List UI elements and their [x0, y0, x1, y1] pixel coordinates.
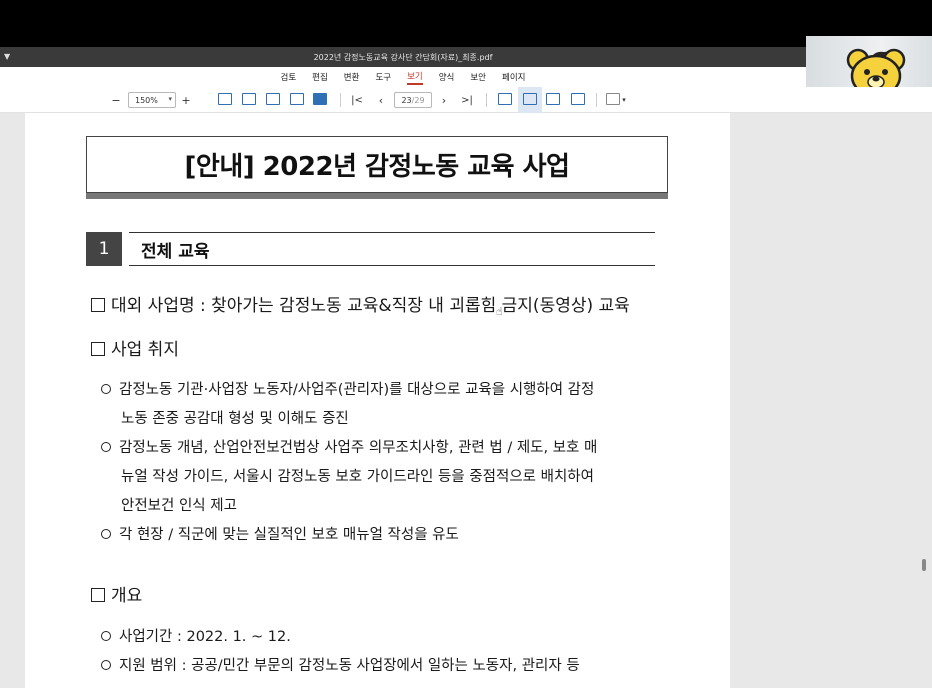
menu-item-page[interactable]: 페이지 — [502, 71, 525, 83]
chevron-down-icon: ▾ — [168, 95, 172, 103]
page-display-options-icon[interactable] — [606, 93, 620, 105]
fit-width-icon[interactable] — [242, 93, 256, 105]
menu-caret-icon[interactable]: ▼ — [4, 52, 10, 61]
window-titlebar: ▼ 2022년 감정노동교육 강사단 간담회(자료)_최종.pdf — [0, 47, 806, 67]
next-page-button[interactable]: › — [438, 91, 450, 109]
zoom-level-value: 150% — [135, 95, 158, 105]
menu-item-convert[interactable]: 변환 — [344, 71, 360, 83]
document-title: [안내] 2022년 감정노동 교육 사업 — [86, 136, 668, 193]
menu-item-edit[interactable]: 편집 — [312, 71, 328, 83]
full-screen-icon[interactable] — [313, 93, 327, 105]
bullet-line: 안전보건 인식 제고 — [121, 498, 237, 514]
pdf-page: [안내] 2022년 감정노동 교육 사업 1 전체 교육 대외 사업명 : 찾… — [25, 113, 730, 688]
checkbox-square-icon — [91, 588, 105, 602]
checkbox-square-icon — [91, 298, 105, 312]
two-page-icon[interactable] — [546, 93, 560, 105]
bullet-circle-icon — [101, 631, 111, 641]
previous-page-button[interactable]: ‹ — [375, 91, 387, 109]
section-number: 1 — [86, 232, 122, 266]
fit-page-icon[interactable] — [266, 93, 280, 105]
view-toolbar: − 150% ▾ + |< ‹ 23 /29 › >| ▾ — [0, 87, 932, 113]
menu-item-review[interactable]: 검토 — [281, 71, 297, 83]
menu-item-forms[interactable]: 양식 — [439, 71, 455, 83]
menu-item-view[interactable]: 보기 — [407, 70, 423, 85]
bullet-circle-icon — [101, 384, 111, 394]
zoom-in-button[interactable]: + — [180, 91, 192, 109]
bullet-line: 사업기간 : 2022. 1. ~ 12. — [101, 625, 291, 646]
page-current: 23 — [401, 95, 412, 105]
list-item-project-name: 대외 사업명 : 찾아가는 감정노동 교육&직장 내 괴롭힘 금지(동영상) 교… — [91, 291, 630, 316]
bullet-circle-icon — [101, 529, 111, 539]
list-item-purpose: 사업 취지 — [91, 335, 179, 360]
vertical-scrollbar-thumb[interactable] — [922, 559, 926, 571]
zoom-level-select[interactable]: 150% ▾ — [128, 92, 176, 108]
bullet-line: 노동 존중 공감대 형성 및 이해도 증진 — [121, 411, 349, 427]
toolbar-separator — [596, 93, 597, 107]
chevron-down-icon[interactable]: ▾ — [620, 91, 628, 109]
menu-item-tools[interactable]: 도구 — [375, 71, 391, 83]
section-title: 전체 교육 — [129, 232, 655, 266]
first-page-button[interactable]: |< — [350, 91, 364, 109]
hand-cursor-icon: ☝ — [496, 305, 503, 318]
document-viewer[interactable]: [안내] 2022년 감정노동 교육 사업 1 전체 교육 대외 사업명 : 찾… — [0, 113, 932, 688]
continuous-page-icon[interactable] — [523, 93, 537, 105]
screen-top-bar — [0, 0, 932, 47]
last-page-button[interactable]: >| — [460, 91, 474, 109]
bullet-line: 지원 범위 : 공공/민간 부문의 감정노동 사업장에서 일하는 노동자, 관리… — [101, 654, 580, 675]
page-number-input[interactable]: 23 /29 — [394, 92, 432, 108]
toolbar-separator — [486, 93, 487, 107]
list-item-overview: 개요 — [91, 581, 142, 606]
bullet-line: 감정노동 개념, 산업안전보건법상 사업주 의무조치사항, 관련 법 / 제도,… — [101, 436, 597, 457]
toolbar-separator — [340, 93, 341, 107]
zoom-out-button[interactable]: − — [110, 91, 122, 109]
single-page-icon[interactable] — [498, 93, 512, 105]
two-page-continuous-icon[interactable] — [571, 93, 585, 105]
bullet-line: 감정노동 기관·사업장 노동자/사업주(관리자)를 대상으로 교육을 시행하여 … — [101, 378, 594, 399]
bullet-line: 뉴얼 작성 가이드, 서울시 감정노동 보호 가이드라인 등을 중점적으로 배치… — [121, 469, 594, 485]
ribbon-menu: 검토 편집 변환 도구 보기 양식 보안 페이지 — [0, 67, 806, 87]
page-total: /29 — [411, 95, 425, 105]
menu-item-security[interactable]: 보안 — [470, 71, 486, 83]
bullet-circle-icon — [101, 660, 111, 670]
bullet-line: 각 현장 / 직군에 맞는 실질적인 보호 매뉴얼 작성을 유도 — [101, 523, 459, 544]
fit-visible-icon[interactable] — [290, 93, 304, 105]
checkbox-square-icon — [91, 342, 105, 356]
actual-size-icon[interactable] — [218, 93, 232, 105]
bullet-circle-icon — [101, 442, 111, 452]
window-title: 2022년 감정노동교육 강사단 간담회(자료)_최종.pdf — [313, 52, 493, 62]
